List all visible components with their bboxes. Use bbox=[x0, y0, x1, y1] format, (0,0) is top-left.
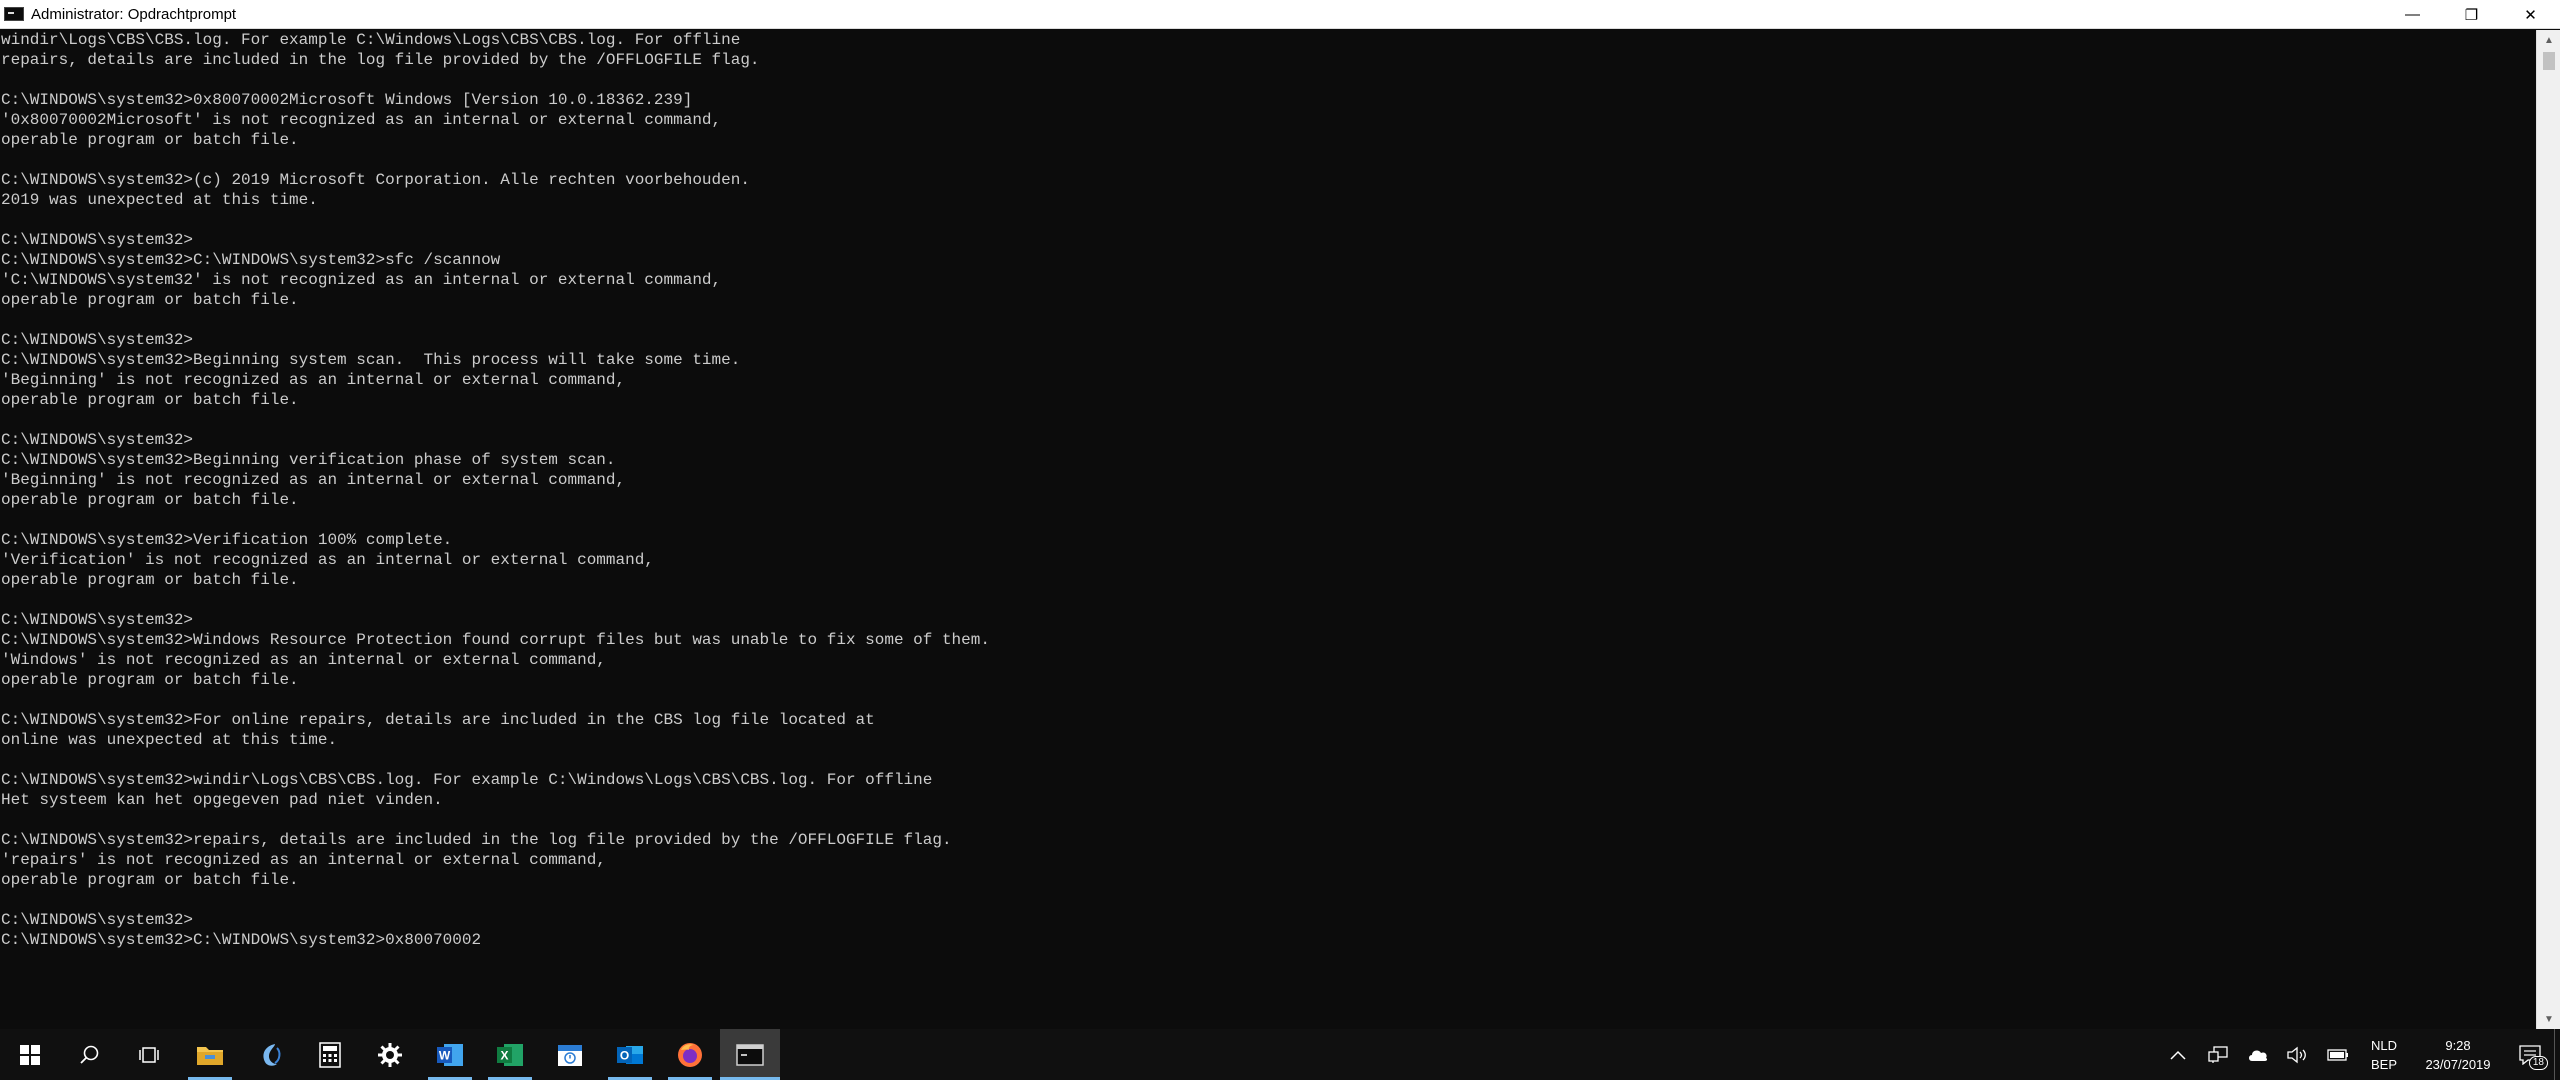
excel-icon: X bbox=[497, 1043, 523, 1066]
scroll-up-arrow-icon[interactable]: ▲ bbox=[2537, 30, 2560, 50]
console-line: 2019 was unexpected at this time. bbox=[1, 191, 318, 209]
windows-logo-icon bbox=[20, 1044, 40, 1065]
console-line: operable program or batch file. bbox=[1, 131, 299, 149]
taskbar-command-prompt[interactable] bbox=[720, 1029, 780, 1080]
search-button[interactable] bbox=[60, 1029, 120, 1080]
svg-text:O: O bbox=[620, 1048, 629, 1062]
console-line: C:\WINDOWS\system32>For online repairs, … bbox=[1, 711, 875, 729]
console-line: 'repairs' is not recognized as an intern… bbox=[1, 851, 606, 869]
close-button[interactable]: ✕ bbox=[2501, 0, 2560, 29]
taskbar-firefox[interactable] bbox=[660, 1029, 720, 1080]
console-line: repairs, details are included in the log… bbox=[1, 51, 760, 69]
console-line: C:\WINDOWS\system32>Beginning verificati… bbox=[1, 451, 616, 469]
show-desktop-button[interactable] bbox=[2554, 1029, 2560, 1080]
gear-icon bbox=[378, 1042, 402, 1067]
console-line: operable program or batch file. bbox=[1, 391, 299, 409]
console-line: 'Beginning' is not recognized as an inte… bbox=[1, 371, 626, 389]
console-line: C:\WINDOWS\system32>C:\WINDOWS\system32>… bbox=[1, 931, 482, 949]
clock[interactable]: 9:28 23/07/2019 bbox=[2410, 1036, 2506, 1074]
taskbar-calculator[interactable] bbox=[300, 1029, 360, 1080]
console-line: C:\WINDOWS\system32> bbox=[1, 911, 194, 929]
minimize-button[interactable]: — bbox=[2383, 0, 2442, 29]
volume-icon[interactable] bbox=[2278, 1029, 2318, 1080]
window-titlebar[interactable]: Administrator: Opdrachtprompt — ❐ ✕ bbox=[0, 0, 2560, 29]
console-line: C:\WINDOWS\system32> bbox=[1, 331, 194, 349]
console-line: 'Windows' is not recognized as an intern… bbox=[1, 651, 606, 669]
command-prompt-icon bbox=[4, 7, 24, 21]
system-tray: NLD BEP 9:28 23/07/2019 18 bbox=[2158, 1029, 2560, 1080]
taskbar-swirl-app[interactable] bbox=[240, 1029, 300, 1080]
console-line: C:\WINDOWS\system32> bbox=[1, 431, 194, 449]
console-line: 'Verification' is not recognized as an i… bbox=[1, 551, 654, 569]
task-view-icon bbox=[139, 1046, 159, 1063]
taskbar-settings[interactable] bbox=[360, 1029, 420, 1080]
calendar-icon bbox=[558, 1044, 582, 1066]
show-hidden-icons-chevron-icon[interactable] bbox=[2158, 1029, 2198, 1080]
taskbar-calendar[interactable] bbox=[540, 1029, 600, 1080]
taskbar-word[interactable]: W bbox=[420, 1029, 480, 1080]
console-line: C:\WINDOWS\system32>Beginning system sca… bbox=[1, 351, 741, 369]
network-icon[interactable] bbox=[2198, 1029, 2238, 1080]
notification-count-badge: 18 bbox=[2528, 1056, 2548, 1070]
clock-date: 23/07/2019 bbox=[2425, 1056, 2491, 1072]
console-line: C:\WINDOWS\system32>Windows Resource Pro… bbox=[1, 631, 990, 649]
terminal-icon bbox=[736, 1043, 764, 1066]
console-line: '0x80070002Microsoft' is not recognized … bbox=[1, 111, 722, 129]
word-icon: W bbox=[437, 1043, 463, 1066]
search-icon bbox=[80, 1045, 99, 1064]
console-output[interactable]: windir\Logs\CBS\CBS.log. For example C:\… bbox=[0, 30, 2536, 1029]
console-line: C:\WINDOWS\system32>Verification 100% co… bbox=[1, 531, 453, 549]
console-line: C:\WINDOWS\system32>windir\Logs\CBS\CBS.… bbox=[1, 771, 933, 789]
input-language-indicator[interactable]: NLD BEP bbox=[2358, 1036, 2410, 1074]
console-line: C:\WINDOWS\system32>(c) 2019 Microsoft C… bbox=[1, 171, 750, 189]
scrollbar-thumb[interactable] bbox=[2543, 52, 2555, 70]
calculator-icon bbox=[319, 1041, 341, 1068]
svg-text:W: W bbox=[439, 1048, 451, 1062]
console-line: operable program or batch file. bbox=[1, 671, 299, 689]
console-line: operable program or batch file. bbox=[1, 571, 299, 589]
onedrive-cloud-icon[interactable] bbox=[2238, 1029, 2278, 1080]
task-view-button[interactable] bbox=[120, 1029, 180, 1080]
console-line: C:\WINDOWS\system32>repairs, details are… bbox=[1, 831, 952, 849]
start-button[interactable] bbox=[0, 1029, 60, 1080]
keyboard-layout-code: BEP bbox=[2370, 1056, 2397, 1072]
console-line: 'Beginning' is not recognized as an inte… bbox=[1, 471, 626, 489]
console-text: windir\Logs\CBS\CBS.log. For example C:\… bbox=[0, 30, 2536, 950]
console-line: C:\WINDOWS\system32> bbox=[1, 231, 194, 249]
outlook-icon: O bbox=[617, 1045, 643, 1064]
vertical-scrollbar[interactable]: ▲ ▼ bbox=[2536, 30, 2560, 1029]
window-controls: — ❐ ✕ bbox=[2383, 0, 2560, 29]
console-line: C:\WINDOWS\system32>C:\WINDOWS\system32>… bbox=[1, 251, 501, 269]
console-line: operable program or batch file. bbox=[1, 491, 299, 509]
svg-text:X: X bbox=[500, 1048, 508, 1062]
swirl-icon bbox=[263, 1043, 281, 1066]
console-line: 'C:\WINDOWS\system32' is not recognized … bbox=[1, 271, 722, 289]
taskbar: W X O NLD BEP 9:28 23/07/2019 18 bbox=[0, 1029, 2560, 1080]
taskbar-outlook[interactable]: O bbox=[600, 1029, 660, 1080]
console-line: online was unexpected at this time. bbox=[1, 731, 338, 749]
folder-icon bbox=[197, 1046, 223, 1065]
console-line: windir\Logs\CBS\CBS.log. For example C:\… bbox=[1, 31, 741, 49]
taskbar-file-explorer[interactable] bbox=[180, 1029, 240, 1080]
language-code: NLD bbox=[2370, 1037, 2397, 1053]
scroll-down-arrow-icon[interactable]: ▼ bbox=[2537, 1009, 2560, 1029]
console-line: Het systeem kan het opgegeven pad niet v… bbox=[1, 791, 443, 809]
console-line: operable program or batch file. bbox=[1, 871, 299, 889]
taskbar-excel[interactable]: X bbox=[480, 1029, 540, 1080]
battery-icon[interactable] bbox=[2318, 1029, 2358, 1080]
maximize-button[interactable]: ❐ bbox=[2442, 0, 2501, 29]
console-line: C:\WINDOWS\system32> bbox=[1, 611, 194, 629]
console-line: C:\WINDOWS\system32>0x80070002Microsoft … bbox=[1, 91, 693, 109]
firefox-icon bbox=[678, 1042, 702, 1067]
console-line: operable program or batch file. bbox=[1, 291, 299, 309]
window-title: Administrator: Opdrachtprompt bbox=[31, 5, 237, 23]
action-center-button[interactable]: 18 bbox=[2506, 1029, 2554, 1080]
clock-time: 9:28 bbox=[2445, 1037, 2471, 1053]
